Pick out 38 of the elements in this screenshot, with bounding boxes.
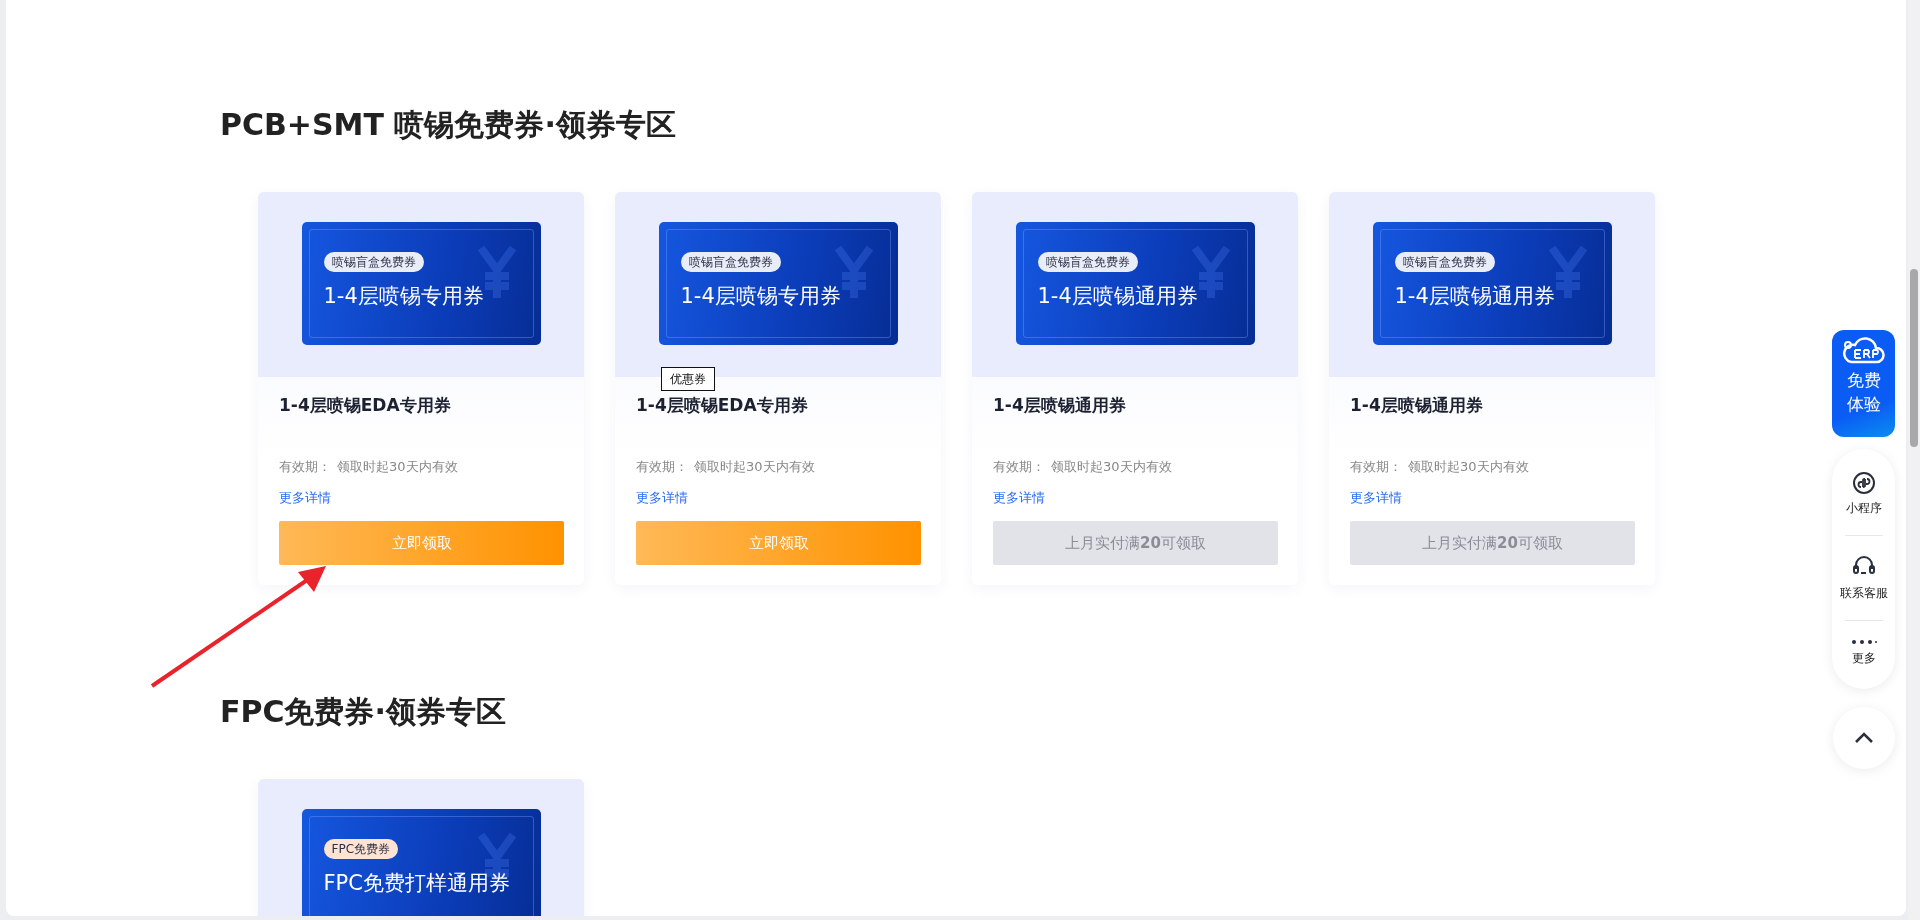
coupon-name: 1-4层喷锡通用券	[1037, 283, 1198, 310]
coupon-name: 1-4层喷锡通用券	[1394, 283, 1555, 310]
sidebar-item[interactable]: 更多	[1850, 639, 1877, 667]
card-title: 1-4层喷锡通用券	[1350, 394, 1483, 417]
details-link[interactable]: 更多详情	[279, 488, 331, 508]
validity-label: 有效期：	[636, 458, 688, 476]
validity-label: 有效期：	[279, 458, 331, 476]
coupon-name: 1-4层喷锡专用券	[680, 283, 841, 310]
erp-cloud-icon	[1842, 336, 1885, 366]
validity-label: 有效期：	[993, 458, 1045, 476]
coupon-name: 1-4层喷锡专用券	[323, 283, 484, 310]
validity-label: 有效期：	[1350, 458, 1402, 476]
link-icon	[1851, 471, 1876, 495]
erp-promo-button[interactable]: 免费体验	[1832, 330, 1895, 437]
coupon-tag: 喷锡盲盒免费券	[1394, 252, 1495, 272]
details-link[interactable]: 更多详情	[636, 488, 688, 508]
card-title: 1-4层喷锡EDA专用券	[279, 394, 451, 417]
details-link[interactable]: 更多详情	[1350, 488, 1402, 508]
validity-text: 领取时起30天内有效	[337, 458, 458, 476]
card-title: 1-4层喷锡EDA专用券	[636, 394, 808, 417]
validity-text: 领取时起30天内有效	[1408, 458, 1529, 476]
coupon-tag: 喷锡盲盒免费券	[1037, 252, 1138, 272]
validity-text: 领取时起30天内有效	[694, 458, 815, 476]
coupon-tag: 喷锡盲盒免费券	[680, 252, 781, 272]
scrollbar[interactable]	[1908, 0, 1920, 920]
sidebar-item[interactable]: 联系客服	[1839, 554, 1888, 602]
section-title: PCB+SMT 喷锡免费券·领券专区	[220, 106, 676, 144]
section-title: FPC免费券·领券专区	[220, 693, 506, 731]
sidebar-item[interactable]: 小程序	[1845, 471, 1882, 517]
more-icon	[1850, 639, 1877, 645]
details-link[interactable]: 更多详情	[993, 488, 1045, 508]
coupon-name: FPC免费打样通用券	[323, 870, 510, 897]
tooltip: 优惠券	[661, 367, 715, 391]
validity-text: 领取时起30天内有效	[1051, 458, 1172, 476]
chevron-up-icon	[1853, 732, 1874, 744]
coupon-tag: FPC免费券	[323, 839, 399, 859]
coupon-tag: 喷锡盲盒免费券	[323, 252, 424, 272]
card-title: 1-4层喷锡通用券	[993, 394, 1126, 417]
